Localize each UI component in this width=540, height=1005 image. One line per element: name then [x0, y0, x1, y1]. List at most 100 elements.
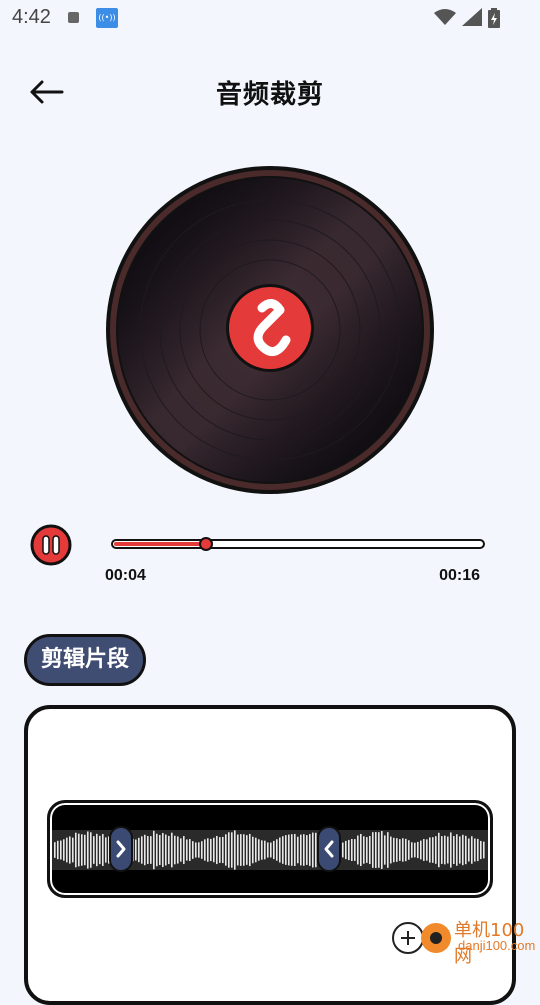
waveform-bar [390, 836, 392, 864]
waveform-bar [405, 838, 407, 862]
waveform-bar [285, 835, 287, 865]
hotspot-icon: ((•)) [96, 8, 118, 28]
waveform-bar [87, 831, 89, 869]
notification-icon [68, 12, 79, 23]
waveform-bar [267, 842, 269, 858]
waveform-bar [300, 834, 302, 866]
waveform-bar [462, 834, 464, 866]
waveform-bar [135, 839, 137, 861]
waveform-bar [255, 837, 257, 863]
waveform-bar [54, 842, 56, 858]
waveform-bar [162, 832, 164, 868]
waveform-bar [237, 834, 239, 866]
waveform-bar [171, 832, 173, 868]
waveform-bar [84, 834, 86, 866]
waveform-bar [198, 842, 200, 858]
chevron-right-icon [116, 840, 126, 858]
battery-icon [488, 8, 500, 28]
status-time: 4:42 [12, 6, 51, 28]
waveform-bar [258, 839, 260, 861]
waveform-bar [60, 840, 62, 860]
waveform-bar [150, 836, 152, 864]
waveform-bar [156, 833, 158, 867]
waveform-bar [279, 837, 281, 863]
waveform-bar [423, 839, 425, 861]
waveform-bar [363, 836, 365, 864]
waveform-bar [174, 835, 176, 865]
waveform-bar [102, 834, 104, 866]
pause-button[interactable] [30, 524, 72, 566]
waveform-bar [474, 838, 476, 862]
waveform-bar [345, 840, 347, 860]
chevron-left-icon [324, 840, 334, 858]
waveform-bar [153, 830, 155, 870]
waveform-bar [480, 840, 482, 860]
waveform-bar [381, 831, 383, 869]
waveform-bar [165, 834, 167, 866]
waveform-bar [288, 834, 290, 866]
waveform-bar [234, 830, 236, 870]
waveform-bar [72, 837, 74, 863]
current-time: 00:04 [105, 567, 146, 584]
vinyl-disc [106, 166, 434, 494]
waveform-bar [387, 832, 389, 868]
waveform-bar [207, 838, 209, 862]
waveform-bar [306, 835, 308, 865]
waveform-bar [210, 838, 212, 862]
waveform-bar [354, 839, 356, 861]
waveform-bar [429, 837, 431, 863]
waveform-bar [372, 832, 374, 868]
waveform-bar [201, 841, 203, 859]
waveform-bar [471, 836, 473, 864]
waveform-bar [69, 836, 71, 864]
waveform-bar [99, 835, 101, 865]
waveform-bar [219, 837, 221, 863]
music-logo-icon [226, 284, 314, 372]
waveform-bar [261, 840, 263, 860]
progress-fill [114, 542, 206, 546]
waveform-bar [186, 839, 188, 861]
waveform-bar [453, 836, 455, 864]
waveform-bar [438, 832, 440, 868]
page-title: 音频裁剪 [215, 80, 324, 110]
total-time: 00:16 [439, 567, 480, 584]
waveform-bar [465, 835, 467, 865]
waveform-bar [444, 835, 446, 865]
waveform-bar [384, 835, 386, 865]
waveform-bar [420, 840, 422, 860]
waveform-bar [240, 834, 242, 866]
waveform-bar [468, 838, 470, 862]
trim-end-handle[interactable] [317, 826, 341, 872]
waveform-bar [396, 838, 398, 862]
waveform-bar [447, 836, 449, 864]
waveform-bar [183, 836, 185, 864]
waveform-bar [426, 839, 428, 861]
waveform-bar [78, 833, 80, 867]
waveform-bar [96, 833, 98, 867]
waveform-bar [216, 835, 218, 865]
waveform-bar [411, 842, 413, 858]
trim-start-handle[interactable] [109, 826, 133, 872]
pause-icon [30, 524, 72, 566]
waveform-bar [402, 838, 404, 862]
progress-slider[interactable] [110, 537, 486, 551]
waveform-bar [252, 836, 254, 864]
waveform-bar [273, 840, 275, 860]
waveform-bar [249, 833, 251, 867]
waveform-bar [408, 840, 410, 860]
clip-section-button[interactable]: 剪辑片段 [24, 634, 146, 686]
waveform-bar [231, 832, 233, 868]
waveform-bar [357, 835, 359, 865]
waveform-bar [246, 835, 248, 865]
waveform-bar [276, 839, 278, 861]
waveform-bar [144, 834, 146, 866]
waveform-bar [342, 842, 344, 858]
signal-icon [462, 8, 482, 26]
waveform-bar [348, 839, 350, 861]
waveform-bar [351, 838, 353, 862]
waveform-bar [294, 834, 296, 866]
waveform-bar [228, 832, 230, 868]
header: 音频裁剪 [0, 60, 540, 124]
waveform-bar [222, 836, 224, 864]
status-bar: 4:42 ((•)) [0, 0, 540, 36]
